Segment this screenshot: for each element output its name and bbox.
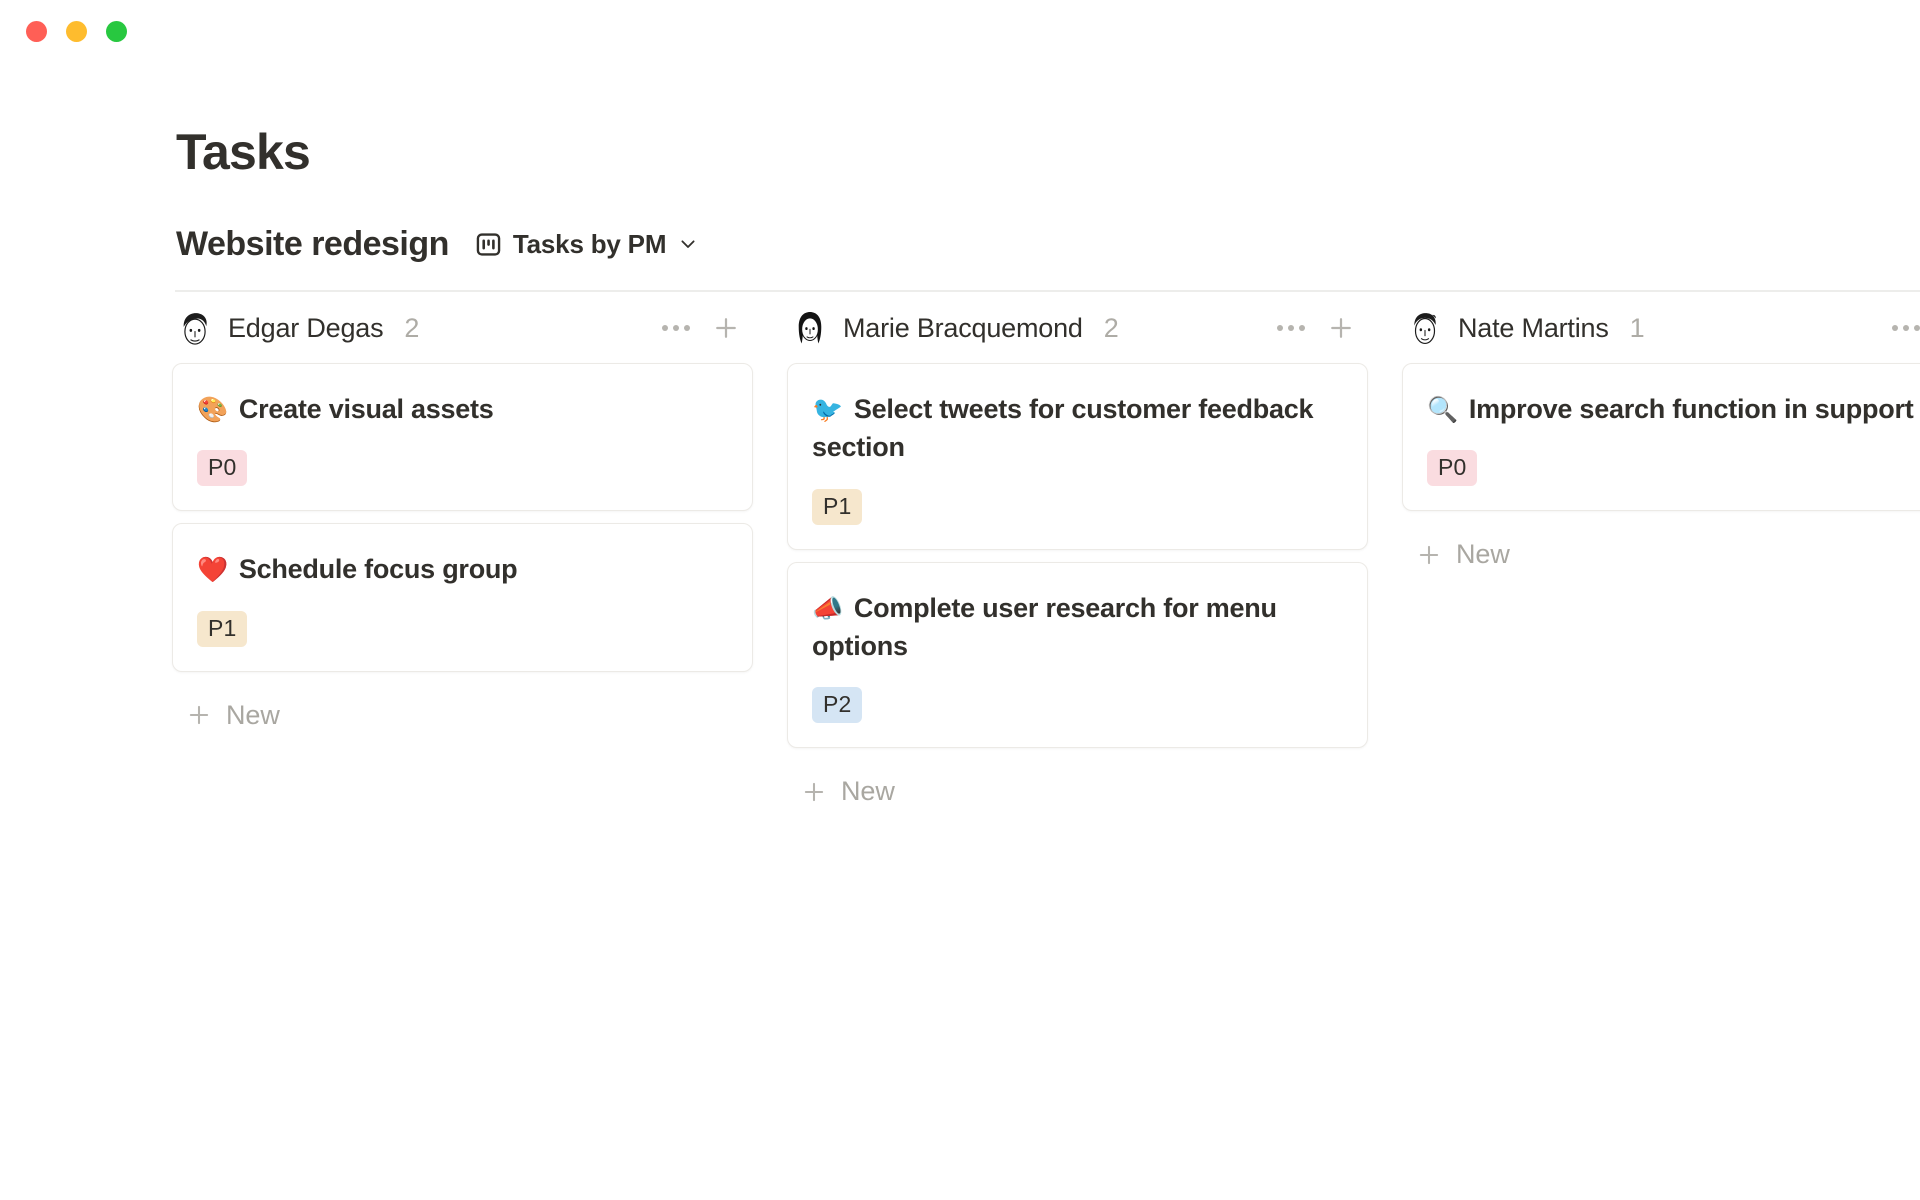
add-new-task-label: New — [1456, 539, 1510, 570]
task-title: ❤️ Schedule focus group — [197, 550, 728, 588]
column-more-options-button[interactable] — [1272, 309, 1310, 347]
board-column-nate-martins: Nate Martins 1 🔍 Improve search function… — [1402, 300, 1920, 574]
magnifying-glass-emoji: 🔍 — [1427, 395, 1458, 424]
task-card[interactable]: 🎨 Create visual assets P0 — [172, 363, 753, 512]
megaphone-emoji: 📣 — [812, 593, 843, 623]
add-new-task-label: New — [841, 776, 895, 807]
column-more-options-button[interactable] — [657, 309, 695, 347]
view-label: Tasks by PM — [512, 229, 667, 259]
column-cards: 🐦 Select tweets for customer feedback sec… — [787, 356, 1368, 749]
avatar-edgar-degas — [176, 309, 214, 347]
more-options-icon — [1892, 325, 1920, 331]
page-title: Tasks — [176, 124, 311, 180]
red-heart-emoji: ❤️ — [197, 555, 228, 585]
view-selector[interactable]: Tasks by PM — [471, 229, 701, 260]
task-title-text: Schedule focus group — [238, 554, 518, 585]
board-view-icon — [475, 231, 502, 258]
column-add-card-button[interactable] — [1322, 309, 1360, 347]
column-title: Marie Bracquemond — [843, 312, 1083, 343]
kanban-board: Edgar Degas 2 🎨 Create visual assets P0 … — [0, 300, 1920, 1200]
task-title-text: Complete user research for menu options — [812, 592, 1277, 661]
task-card[interactable]: 🔍 Improve search function in support P0 — [1402, 363, 1920, 512]
task-title: 🎨 Create visual assets — [197, 390, 728, 428]
column-add-card-button[interactable] — [707, 309, 745, 347]
plus-icon — [1331, 318, 1351, 338]
priority-badge: P1 — [812, 488, 863, 525]
plus-icon — [716, 318, 736, 338]
column-count: 2 — [1103, 312, 1119, 343]
task-title-text: Create visual assets — [238, 394, 494, 424]
priority-badge: P1 — [197, 610, 248, 647]
app-window: Tasks Website redesign Tasks by PM Edgar… — [0, 0, 1920, 1200]
more-options-icon — [662, 325, 690, 331]
more-options-icon — [1277, 325, 1305, 331]
priority-badge: P2 — [812, 687, 863, 724]
task-card[interactable]: 🐦 Select tweets for customer feedback sec… — [787, 363, 1368, 550]
column-cards: 🔍 Improve search function in support P0 — [1402, 356, 1920, 512]
board-column-marie-bracquemond: Marie Bracquemond 2 🐦 Select tweets for … — [787, 300, 1368, 811]
board-name: Website redesign — [176, 225, 449, 263]
add-new-task-button[interactable]: New — [172, 696, 288, 735]
column-title: Nate Martins — [1458, 312, 1609, 343]
chevron-down-icon — [679, 235, 697, 253]
bird-emoji: 🐦 — [812, 395, 843, 424]
avatar-marie-bracquemond — [791, 309, 829, 347]
task-card[interactable]: 📣 Complete user research for menu options… — [787, 561, 1368, 749]
palette-emoji: 🎨 — [197, 395, 228, 424]
page-content: Tasks Website redesign Tasks by PM Edgar… — [0, 62, 1920, 1200]
add-new-task-button[interactable]: New — [787, 772, 903, 811]
column-header: Edgar Degas 2 — [172, 300, 753, 356]
header-divider — [175, 290, 1920, 292]
board-subheader: Website redesign Tasks by PM — [176, 222, 701, 266]
task-title: 📣 Complete user research for menu options — [812, 589, 1343, 666]
priority-badge: P0 — [1427, 450, 1478, 487]
column-header: Marie Bracquemond 2 — [787, 300, 1368, 356]
task-title-text: Improve search function in support — [1468, 394, 1914, 424]
priority-badge: P0 — [197, 450, 248, 487]
column-count: 2 — [404, 312, 420, 343]
column-cards: 🎨 Create visual assets P0 ❤️ Schedule focu… — [172, 356, 753, 672]
window-titlebar — [0, 0, 1920, 62]
column-header: Nate Martins 1 — [1402, 300, 1920, 356]
maximize-window-button[interactable] — [106, 20, 127, 42]
task-title: 🐦 Select tweets for customer feedback sec… — [812, 390, 1343, 467]
minimize-window-button[interactable] — [66, 20, 87, 42]
column-count: 1 — [1629, 312, 1645, 343]
traffic-light-buttons — [26, 20, 127, 42]
column-title: Edgar Degas — [228, 312, 384, 343]
task-title: 🔍 Improve search function in support — [1427, 390, 1920, 428]
add-new-task-label: New — [226, 699, 280, 730]
avatar-nate-martins — [1406, 309, 1444, 347]
task-title-text: Select tweets for customer feedback sect… — [812, 394, 1314, 463]
plus-icon — [1419, 545, 1439, 564]
column-more-options-button[interactable] — [1887, 309, 1920, 347]
close-window-button[interactable] — [26, 20, 47, 42]
task-card[interactable]: ❤️ Schedule focus group P1 — [172, 523, 753, 672]
plus-icon — [804, 782, 824, 801]
add-new-task-button[interactable]: New — [1402, 535, 1518, 574]
board-column-edgar-degas: Edgar Degas 2 🎨 Create visual assets P0 … — [172, 300, 753, 735]
plus-icon — [189, 706, 209, 725]
